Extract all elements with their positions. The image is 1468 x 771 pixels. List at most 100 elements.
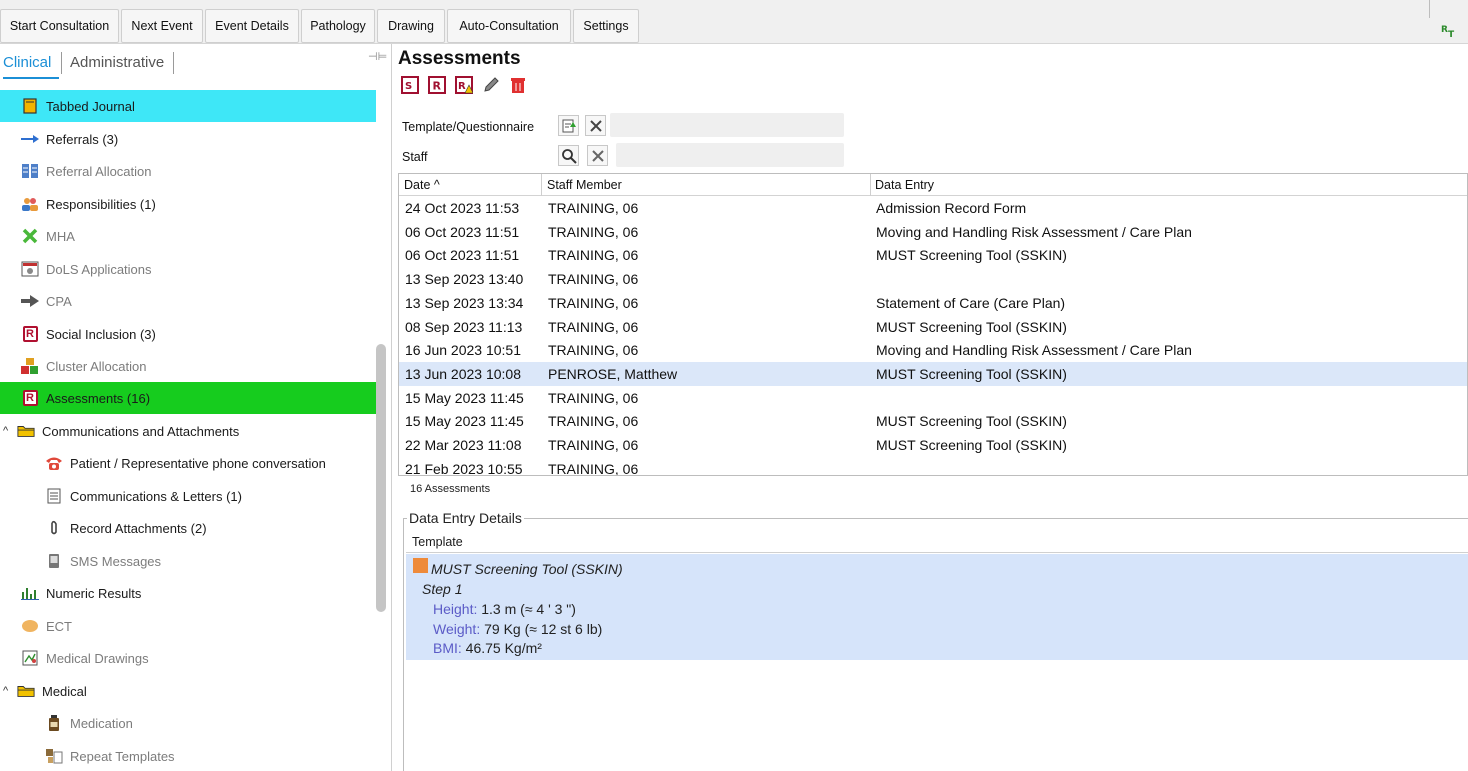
details-column-template: Template [412, 535, 463, 549]
nav-item-label: Social Inclusion (3) [46, 326, 156, 342]
nav-item-dols-applications[interactable]: DoLS Applications [0, 253, 376, 285]
nav-item-medication[interactable]: Medication [0, 707, 376, 739]
cell-entry: MUST Screening Tool (SSKIN) [876, 247, 1067, 264]
allocation-icon [21, 162, 39, 180]
nav-item-label: Medical Drawings [46, 650, 149, 666]
field-height: Height: 1.3 m (≈ 4 ' 3 ") [433, 601, 576, 617]
nav-item-assessments[interactable]: R Assessments (16) [0, 382, 376, 414]
table-row[interactable]: 13 Sep 2023 13:34 TRAINING, 06 Statement o… [399, 291, 1467, 315]
nav-item-ect[interactable]: ECT [0, 610, 376, 642]
assessments-panel: Assessments S R R Template/Questionnaire… [393, 44, 1468, 771]
nav-item-tabbed-journal[interactable]: Tabbed Journal [0, 90, 376, 122]
column-separator[interactable] [870, 174, 871, 196]
drawing-icon [21, 649, 39, 667]
staff-filter-field[interactable] [616, 143, 844, 167]
template-pick-button[interactable] [558, 115, 579, 136]
nav-group-medical[interactable]: ^ Medical [0, 675, 376, 707]
rt-icon[interactable]: RT [1440, 22, 1458, 40]
edit-pencil-icon[interactable] [482, 76, 500, 94]
step-label: Step 1 [422, 581, 463, 597]
template-filter-field[interactable] [610, 113, 844, 137]
tab-separator [173, 52, 174, 74]
table-row[interactable]: 13 Sep 2023 13:40 TRAINING, 06 [399, 267, 1467, 291]
drawing-button[interactable]: Drawing [377, 9, 445, 43]
cell-entry: MUST Screening Tool (SSKIN) [876, 318, 1067, 335]
nav-item-referral-allocation[interactable]: Referral Allocation [0, 155, 376, 187]
tab-administrative[interactable]: Administrative [70, 54, 164, 71]
cell-staff: TRAINING, 06 [548, 271, 639, 288]
column-header-staff-member[interactable]: Staff Member [547, 178, 622, 192]
table-row[interactable]: 22 Mar 2023 11:08 TRAINING, 06 MUST Screen… [399, 433, 1467, 457]
nav-item-label: Repeat Templates [70, 748, 175, 764]
nav-item-cpa[interactable]: CPA [0, 285, 376, 317]
folder-icon [17, 422, 35, 440]
r-form-icon[interactable]: R [428, 76, 446, 94]
chevron-up-icon[interactable]: ^ [3, 685, 17, 697]
tab-clinical[interactable]: Clinical [3, 54, 51, 71]
table-row[interactable]: 06 Oct 2023 11:51 TRAINING, 06 Moving and … [399, 220, 1467, 244]
nav-item-numeric-results[interactable]: Numeric Results [0, 577, 376, 609]
nav-item-responsibilities[interactable]: Responsibilities (1) [0, 188, 376, 220]
assessment-count: 16 Assessments [410, 483, 491, 495]
template-clear-button[interactable] [585, 115, 606, 136]
staff-clear-button[interactable] [587, 145, 608, 166]
nav-item-label: MHA [46, 228, 75, 244]
delete-bin-icon[interactable] [509, 76, 527, 94]
auto-consultation-button[interactable]: Auto-Consultation [447, 9, 571, 43]
nav-item-label: Cluster Allocation [46, 358, 147, 374]
table-row[interactable]: 16 Jun 2023 10:51 TRAINING, 06 Moving and … [399, 338, 1467, 362]
table-row[interactable]: 21 Feb 2023 10:55 TRAINING, 06 [399, 457, 1467, 475]
next-event-button[interactable]: Next Event [121, 9, 203, 43]
nav-item-record-attachments[interactable]: Record Attachments (2) [0, 512, 376, 544]
details-legend: Data Entry Details [407, 510, 524, 526]
cell-date: 08 Sep 2023 11:13 [405, 318, 523, 335]
column-header-data-entry[interactable]: Data Entry [875, 178, 934, 192]
nav-item-phone-conversation[interactable]: Patient / Representative phone conversat… [0, 447, 376, 479]
nav-item-sms-messages[interactable]: SMS Messages [0, 545, 376, 577]
svg-text:T: T [1448, 30, 1455, 38]
staff-search-button[interactable] [558, 145, 579, 166]
nav-item-mha[interactable]: MHA [0, 220, 376, 252]
nav-group-communications[interactable]: ^ Communications and Attachments [0, 415, 376, 447]
table-row[interactable]: 15 May 2023 11:45 TRAINING, 06 MUST Screen… [399, 409, 1467, 433]
table-header: Date ^ Staff Member Data Entry [399, 174, 1467, 196]
phone-icon [45, 454, 63, 472]
arrow-right-icon [21, 130, 39, 148]
folder-icon [17, 682, 35, 700]
table-row[interactable]: 08 Sep 2023 11:13 TRAINING, 06 MUST Screen… [399, 315, 1467, 339]
details-content[interactable]: MUST Screening Tool (SSKIN) Step 1 Heigh… [406, 554, 1468, 660]
pin-icon[interactable]: ⊣⊨ [368, 50, 387, 63]
nav-scrollbar[interactable] [376, 344, 386, 612]
table-row[interactable]: 15 May 2023 11:45 TRAINING, 06 [399, 386, 1467, 410]
field-key: Weight: [433, 621, 481, 637]
template-filter-label: Template/Questionnaire [402, 120, 535, 134]
event-details-button[interactable]: Event Details [205, 9, 299, 43]
cell-staff: TRAINING, 06 [548, 223, 639, 240]
column-header-date[interactable]: Date ^ [404, 178, 440, 192]
data-entry-details: Data Entry Details Template MUST Screeni… [403, 510, 1468, 771]
settings-button[interactable]: Settings [573, 9, 639, 43]
nav-item-label: Referrals (3) [46, 131, 119, 147]
nav-item-cluster-allocation[interactable]: Cluster Allocation [0, 350, 376, 382]
field-bmi: BMI: 46.75 Kg/m² [433, 640, 542, 656]
nav-item-communications-letters[interactable]: Communications & Letters (1) [0, 480, 376, 512]
table-row[interactable]: 24 Oct 2023 11:53 TRAINING, 06 Admission R… [399, 196, 1467, 220]
table-row[interactable]: 06 Oct 2023 11:51 TRAINING, 06 MUST Screen… [399, 243, 1467, 267]
nav-item-social-inclusion[interactable]: R Social Inclusion (3) [0, 318, 376, 350]
start-consultation-button[interactable]: Start Consultation [0, 9, 119, 43]
field-value: 46.75 Kg/m² [465, 640, 542, 656]
cell-entry: MUST Screening Tool (SSKIN) [876, 365, 1067, 382]
table-row[interactable]: 13 Jun 2023 10:08 PENROSE, Matthew MUST Sc… [399, 361, 1467, 386]
nav-item-referrals[interactable]: Referrals (3) [0, 123, 376, 155]
active-tab-indicator [3, 77, 59, 79]
chevron-up-icon[interactable]: ^ [3, 425, 17, 437]
nav-item-label: Responsibilities (1) [46, 196, 156, 212]
nav-item-repeat-templates[interactable]: Repeat Templates [0, 740, 376, 771]
pathology-button[interactable]: Pathology [301, 9, 375, 43]
nav-item-medical-drawings[interactable]: Medical Drawings [0, 642, 376, 674]
nav-item-label: Medication [70, 715, 133, 731]
cell-date: 13 Jun 2023 10:08 [405, 365, 521, 382]
column-separator[interactable] [541, 174, 542, 196]
add-assessment-icon[interactable]: S [401, 76, 419, 94]
warning-form-icon[interactable]: R [455, 76, 473, 94]
